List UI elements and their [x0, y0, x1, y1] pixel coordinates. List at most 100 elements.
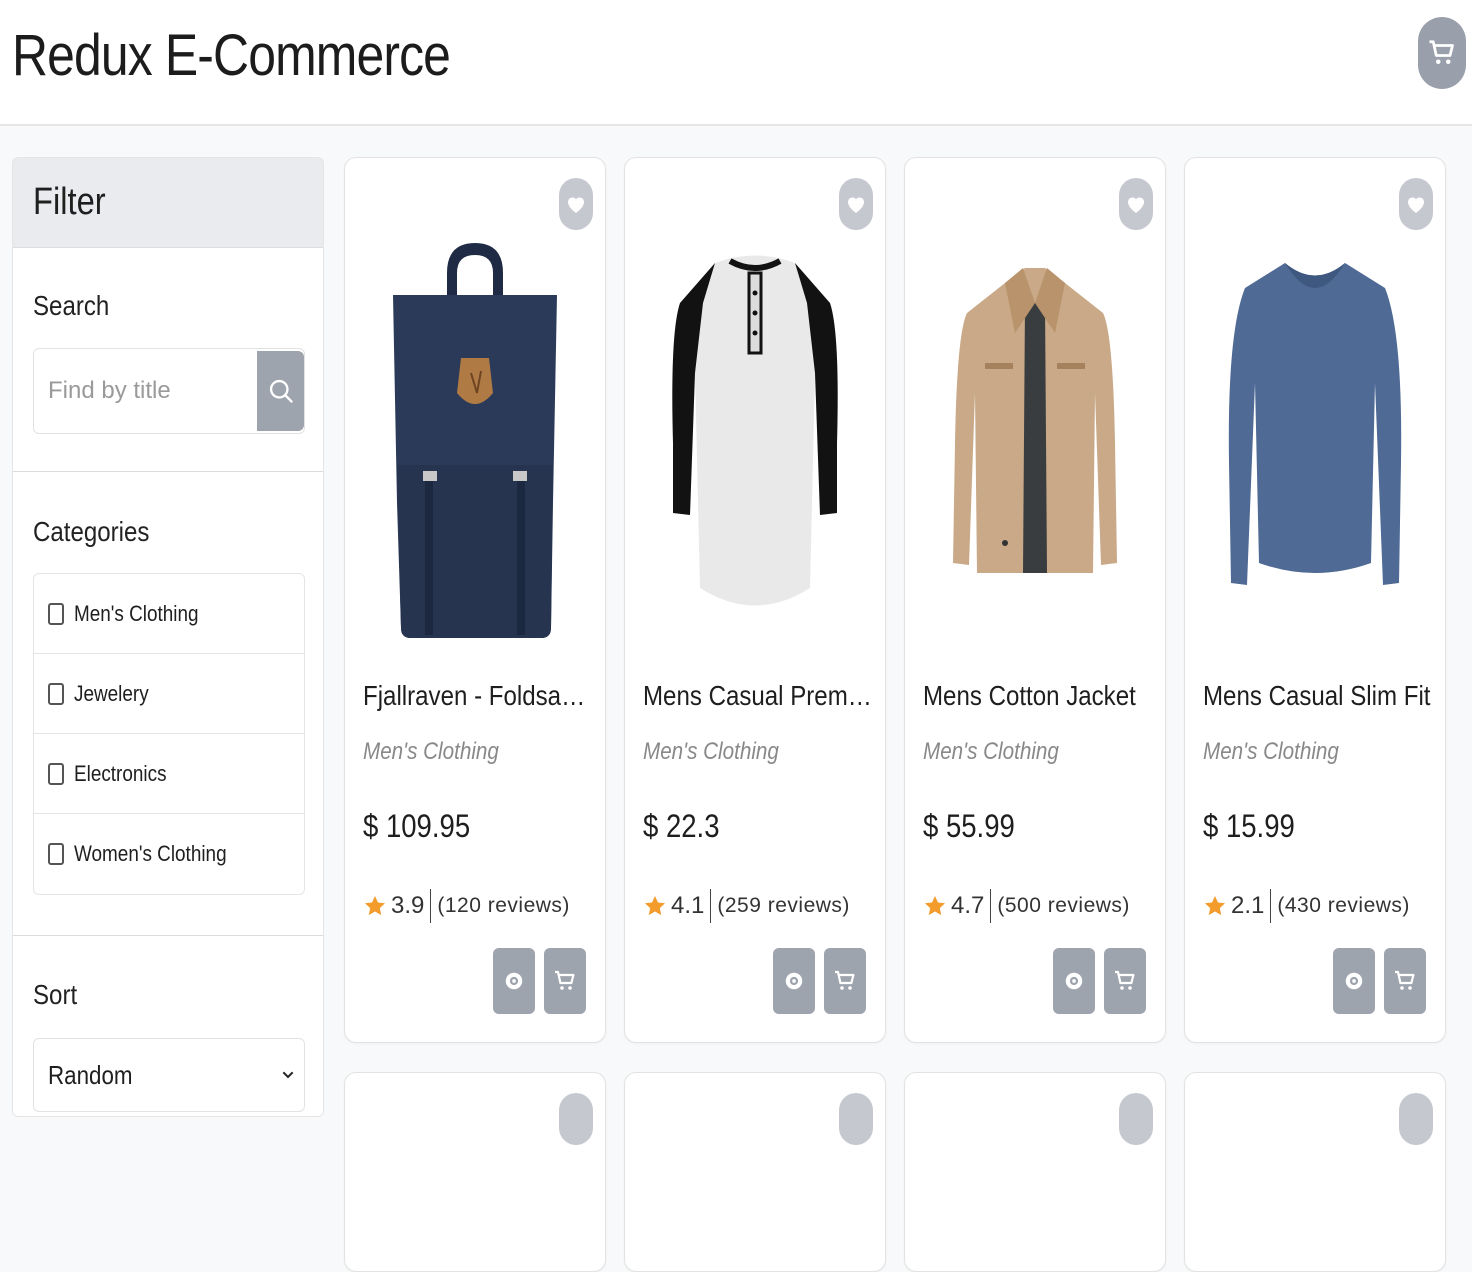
wishlist-button[interactable]	[559, 1093, 593, 1145]
eye-icon	[1345, 972, 1363, 990]
app-title[interactable]: Redux E-Commerce	[12, 22, 451, 89]
search-input[interactable]	[34, 349, 258, 433]
product-card[interactable]	[1184, 1072, 1446, 1272]
product-price: $ 22.3	[643, 808, 720, 844]
section-divider	[13, 471, 323, 472]
backpack-image	[393, 243, 557, 638]
category-checkbox[interactable]	[48, 602, 64, 625]
sort-selected-value: Random	[48, 1059, 133, 1090]
eye-icon	[785, 972, 803, 990]
add-to-cart-button[interactable]	[1384, 948, 1426, 1014]
product-image[interactable]	[1205, 218, 1425, 668]
category-item-electronics[interactable]: Electronics	[34, 734, 304, 814]
star-icon	[925, 896, 945, 916]
star-icon	[645, 896, 665, 916]
star-icon	[1205, 896, 1225, 916]
jacket-image	[953, 268, 1117, 573]
raglan-shirt-image	[672, 255, 838, 606]
cart-icon	[835, 970, 855, 990]
rating-row: 4.7 (500 reviews)	[923, 886, 1130, 926]
cart-button[interactable]	[1418, 17, 1466, 89]
view-details-button[interactable]	[1053, 948, 1095, 1014]
cart-icon	[555, 970, 575, 990]
product-card[interactable]	[344, 1072, 606, 1272]
cart-icon	[1395, 970, 1415, 990]
review-count: (259 reviews)	[717, 894, 850, 917]
product-price: $ 15.99	[1203, 808, 1295, 844]
filter-header: Filter	[13, 158, 323, 248]
filter-heading: Filter	[33, 181, 106, 223]
category-label: Men's Clothing	[74, 600, 199, 626]
product-category: Men's Clothing	[363, 738, 499, 765]
rating-separator	[710, 889, 712, 923]
eye-icon	[505, 972, 523, 990]
product-image[interactable]	[365, 218, 585, 668]
search-button[interactable]	[257, 351, 304, 431]
category-item-jewelery[interactable]: Jewelery	[34, 654, 304, 734]
search-box	[33, 348, 305, 434]
section-divider	[13, 935, 323, 936]
product-price: $ 109.95	[363, 808, 471, 844]
view-details-button[interactable]	[773, 948, 815, 1014]
top-navbar: Redux E-Commerce	[0, 0, 1472, 126]
product-title[interactable]: Mens Casual Premium...	[643, 680, 875, 712]
star-icon	[365, 896, 385, 916]
product-image[interactable]	[925, 218, 1145, 668]
sort-select[interactable]: Random	[33, 1038, 305, 1112]
view-details-button[interactable]	[493, 948, 535, 1014]
category-item-womens-clothing[interactable]: Women's Clothing	[34, 814, 304, 894]
chevron-down-icon	[282, 1071, 294, 1079]
rating-value: 2.1	[1231, 892, 1265, 919]
view-details-button[interactable]	[1333, 948, 1375, 1014]
add-to-cart-button[interactable]	[544, 948, 586, 1014]
product-title[interactable]: Mens Casual Slim Fit	[1203, 680, 1435, 712]
rating-separator	[990, 889, 992, 923]
product-card[interactable]: Fjallraven - Foldsack N... Men's Clothin…	[344, 157, 606, 1043]
rating-value: 4.1	[671, 892, 705, 919]
product-image[interactable]	[645, 218, 865, 668]
filter-sidebar: Filter Search Categories Men's Clothing …	[12, 157, 324, 1117]
rating-value: 3.9	[391, 892, 425, 919]
review-count: (430 reviews)	[1277, 894, 1410, 917]
wishlist-button[interactable]	[1399, 1093, 1433, 1145]
category-label: Women's Clothing	[74, 841, 227, 866]
category-checkbox[interactable]	[48, 682, 64, 705]
product-card[interactable]: Mens Casual Premium... Men's Clothing $ …	[624, 157, 886, 1043]
product-price: $ 55.99	[923, 808, 1015, 844]
product-card[interactable]: Mens Cotton Jacket Men's Clothing $ 55.9…	[904, 157, 1166, 1043]
sort-label: Sort	[33, 979, 78, 1010]
heart-icon	[1128, 197, 1144, 213]
product-card[interactable]	[624, 1072, 886, 1272]
heart-icon	[848, 197, 864, 213]
category-label: Jewelery	[74, 680, 149, 706]
long-sleeve-shirt-image	[1228, 263, 1402, 585]
add-to-cart-button[interactable]	[1104, 948, 1146, 1014]
categories-label: Categories	[33, 516, 150, 547]
search-label: Search	[33, 290, 110, 321]
search-icon	[269, 379, 293, 403]
product-title[interactable]: Fjallraven - Foldsack N...	[363, 680, 595, 712]
category-label: Electronics	[74, 760, 167, 786]
review-count: (500 reviews)	[997, 894, 1130, 917]
rating-separator	[1270, 889, 1272, 923]
rating-separator	[430, 889, 432, 923]
cart-icon	[1115, 970, 1135, 990]
wishlist-button[interactable]	[1119, 1093, 1153, 1145]
cart-icon	[1429, 40, 1454, 64]
rating-row: 3.9 (120 reviews)	[363, 886, 570, 926]
category-list: Men's Clothing Jewelery Electronics Wome…	[33, 573, 305, 895]
rating-value: 4.7	[951, 892, 985, 919]
category-checkbox[interactable]	[48, 843, 64, 865]
heart-icon	[1408, 197, 1424, 213]
rating-row: 4.1 (259 reviews)	[643, 886, 850, 926]
product-category: Men's Clothing	[923, 738, 1059, 765]
add-to-cart-button[interactable]	[824, 948, 866, 1014]
product-category: Men's Clothing	[1203, 738, 1339, 765]
category-item-mens-clothing[interactable]: Men's Clothing	[34, 574, 304, 654]
product-title[interactable]: Mens Cotton Jacket	[923, 680, 1155, 712]
product-card[interactable]	[904, 1072, 1166, 1272]
category-checkbox[interactable]	[48, 762, 64, 785]
wishlist-button[interactable]	[839, 1093, 873, 1145]
product-category: Men's Clothing	[643, 738, 779, 765]
product-card[interactable]: Mens Casual Slim Fit Men's Clothing $ 15…	[1184, 157, 1446, 1043]
